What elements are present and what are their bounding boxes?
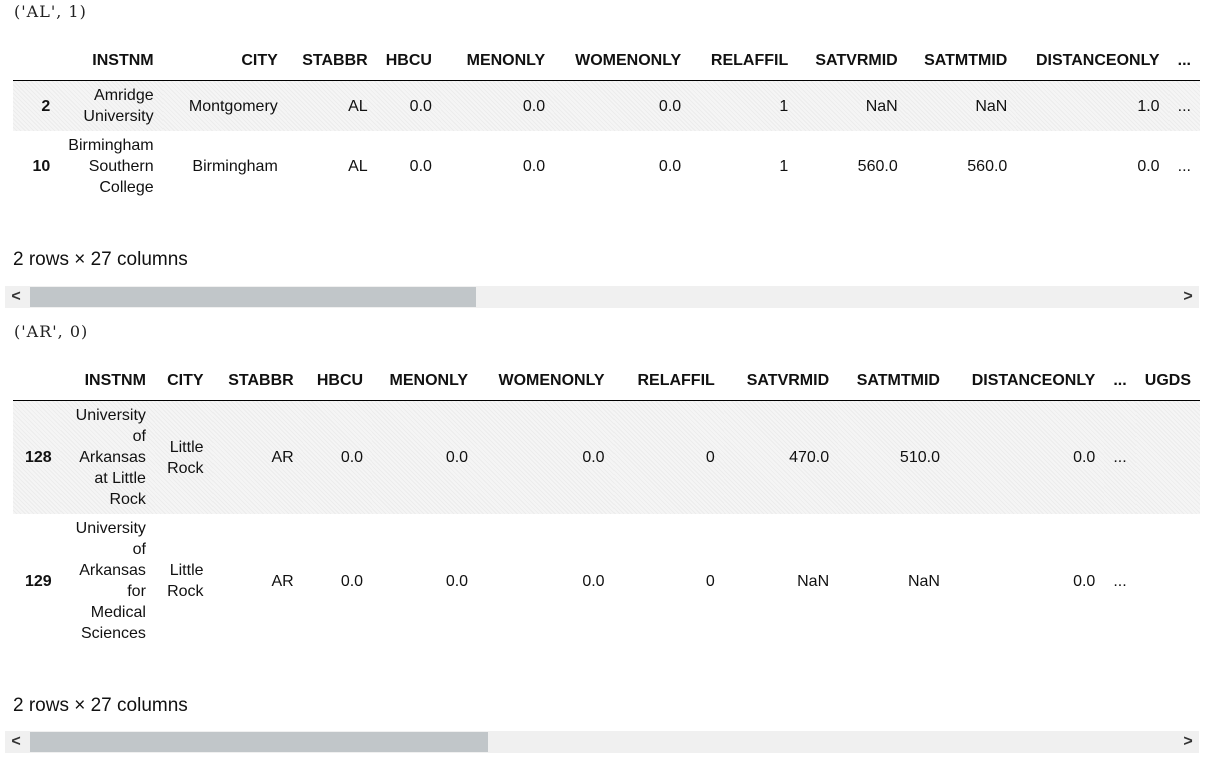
table-cell: NaN [865, 97, 898, 115]
table-cell: 0.0 [582, 449, 605, 466]
table-cell: 0.0 [340, 449, 364, 466]
column-header: CITY [162, 50, 287, 81]
scrollbar-thumb[interactable] [30, 287, 476, 307]
table-cell: ... [1113, 572, 1127, 590]
table-cell: NaN [975, 97, 1008, 115]
table-cell: 1 [779, 158, 789, 175]
column-header: SATMTMID [838, 370, 949, 401]
table-cell: 560.0 [857, 158, 898, 175]
column-header: HBCU [302, 370, 373, 401]
table-cell: 0.0 [409, 97, 432, 115]
column-header: HBCU [376, 50, 441, 81]
table-cell: 0.0 [445, 449, 469, 466]
table-cell: ... [1177, 97, 1191, 115]
index-header-blank [13, 50, 60, 81]
table-cell: AL [348, 97, 368, 115]
dataframe-table: INSTNM CITY STABBR HBCU MENONLY WOMENONLY RELA… [13, 370, 1200, 648]
column-header: DISTANCEONLY [948, 370, 1105, 401]
table-cell: Amridge University [83, 87, 154, 125]
dataframe-table: INSTNM CITY STABBR HBCU MENONLY WOMENONLY RELA… [13, 50, 1200, 202]
table-cell: 0.0 [445, 572, 469, 590]
table-cell: Birmingham [192, 158, 278, 175]
table-cell: Little Rock [167, 438, 204, 477]
table-cell: 470.0 [789, 449, 830, 466]
rows-columns-summary: 2 rows × 27 columns [13, 249, 188, 270]
table-cell: ... [1177, 158, 1191, 175]
scroll-left-arrow-icon[interactable]: < [5, 286, 27, 308]
group-key-label: ('AR', 0) [14, 322, 89, 341]
table-row: 10 Birmingham Southern College Birmingham A… [13, 131, 1200, 202]
table-row: 128 University of Arkansas at Little Rock… [13, 400, 1200, 515]
table-cell: University of Arkansas at Little Rock [75, 407, 146, 508]
table-cell: 560.0 [967, 158, 1008, 175]
column-header: STABBR [212, 370, 303, 401]
table-cell: 0.0 [409, 158, 432, 175]
column-header: SATMTMID [906, 50, 1017, 81]
dataframe-table-container: INSTNM CITY STABBR HBCU MENONLY WOMENONLY RELA… [13, 370, 1200, 648]
table-cell: NaN [797, 572, 830, 590]
table-cell: University of Arkansas for Medical Scien… [75, 520, 146, 642]
index-header-blank [13, 370, 61, 401]
column-header: ... [1104, 370, 1136, 401]
table-cell [1136, 401, 1200, 515]
rows-columns-summary: 2 rows × 27 columns [13, 695, 188, 716]
row-index: 10 [32, 158, 51, 175]
scroll-right-arrow-icon[interactable]: > [1177, 286, 1199, 308]
scrollbar-thumb[interactable] [30, 732, 488, 752]
column-header: ... [1168, 50, 1200, 81]
table-cell: 0 [705, 572, 715, 590]
row-index: 2 [41, 97, 51, 115]
table-cell: AL [348, 158, 368, 175]
table-cell: 0.0 [340, 572, 364, 590]
table-cell: AR [271, 449, 294, 466]
column-header: SATVRMID [723, 370, 839, 401]
table-cell: NaN [907, 572, 940, 590]
column-header: SATVRMID [797, 50, 907, 81]
table-cell: Montgomery [188, 97, 278, 115]
table-cell: 0.0 [1137, 158, 1160, 175]
table-cell: 1.0 [1137, 97, 1160, 115]
table-cell [1136, 514, 1200, 648]
table-cell: 0.0 [522, 158, 546, 175]
column-header: DISTANCEONLY [1016, 50, 1169, 81]
group-key-label: ('AL', 1) [14, 2, 87, 21]
table-cell: 0.0 [658, 158, 682, 175]
table-row: 129 University of Arkansas for Medical Sc… [13, 514, 1200, 648]
column-header: MENONLY [372, 370, 478, 401]
column-header: WOMENONLY [477, 370, 614, 401]
row-index: 128 [24, 449, 52, 466]
column-header: CITY [154, 370, 213, 401]
table-cell: 0 [705, 449, 715, 466]
table-cell: 0.0 [1073, 449, 1096, 466]
scroll-right-arrow-icon[interactable]: > [1177, 731, 1199, 753]
table-row: 2 Amridge University Montgomery AL 0.0 0.0 0.0… [13, 80, 1200, 131]
column-header: UGDS [1135, 370, 1200, 401]
header-row: INSTNM CITY STABBR HBCU MENONLY WOMENONLY RELA… [13, 50, 1200, 81]
column-header: RELAFFIL [690, 50, 798, 81]
column-header: INSTNM [59, 50, 163, 81]
table-cell: 0.0 [522, 97, 546, 115]
row-index: 129 [24, 572, 52, 590]
table-cell: 510.0 [899, 449, 940, 466]
column-header: MENONLY [440, 50, 555, 81]
column-header: RELAFFIL [613, 370, 724, 401]
horizontal-scrollbar[interactable]: < > [5, 731, 1199, 753]
table-cell: 0.0 [582, 572, 605, 590]
horizontal-scrollbar[interactable]: < > [5, 286, 1199, 308]
column-header: STABBR [286, 50, 377, 81]
column-header: INSTNM [60, 370, 155, 401]
table-cell: AR [271, 572, 294, 590]
table-cell: 1 [779, 97, 789, 115]
table-cell: Little Rock [167, 562, 204, 600]
header-row: INSTNM CITY STABBR HBCU MENONLY WOMENONLY RELA… [13, 370, 1200, 401]
table-cell: 0.0 [658, 97, 682, 115]
scroll-left-arrow-icon[interactable]: < [5, 731, 27, 753]
column-header: WOMENONLY [554, 50, 691, 81]
table-cell: Birmingham Southern College [68, 137, 154, 196]
table-cell: ... [1113, 449, 1127, 466]
dataframe-table-container: INSTNM CITY STABBR HBCU MENONLY WOMENONLY RELA… [13, 50, 1200, 202]
table-cell: 0.0 [1073, 572, 1096, 590]
